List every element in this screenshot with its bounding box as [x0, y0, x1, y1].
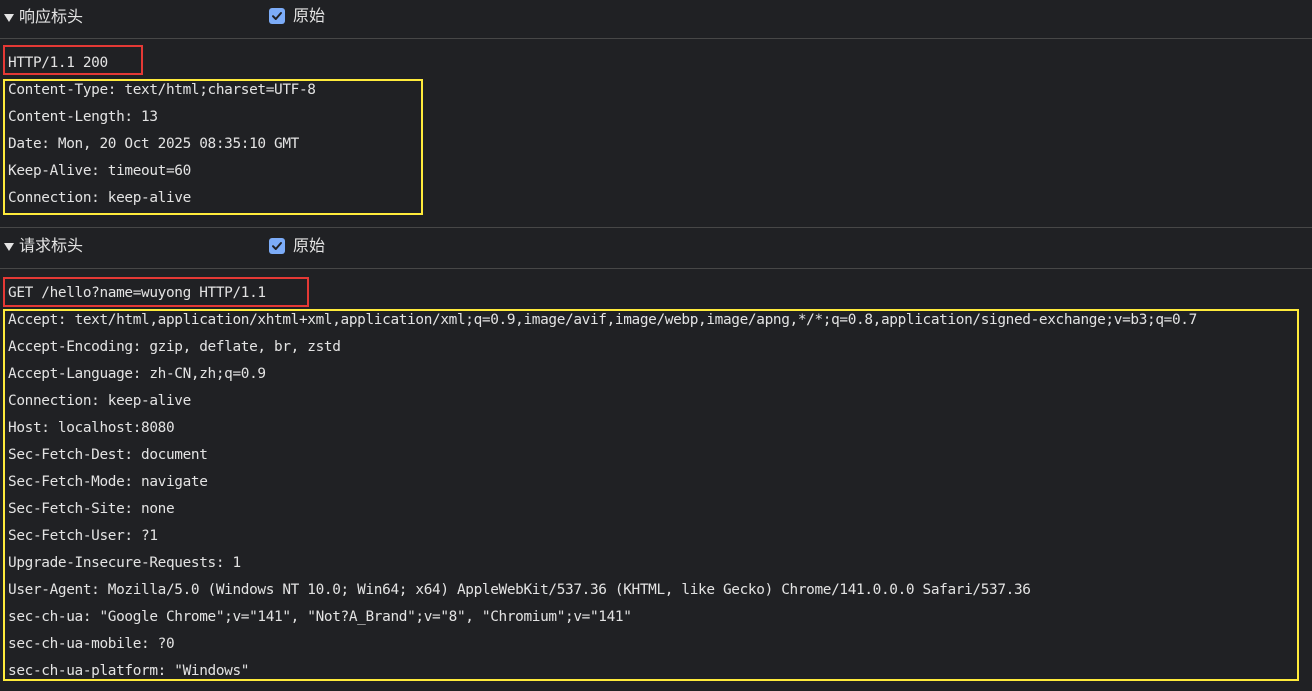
- response-raw-checkbox[interactable]: 原始: [269, 7, 325, 25]
- response-headers-title: 响应标头: [19, 7, 84, 26]
- response-raw-label: 原始: [293, 6, 326, 25]
- triangle-down-icon: [4, 13, 14, 22]
- triangle-down-icon: [4, 242, 14, 251]
- request-headers-highlight: [3, 309, 1299, 681]
- response-headers-highlight: [3, 79, 423, 215]
- request-headers-header: 请求标头 原始: [0, 227, 1312, 269]
- request-line-highlight: [3, 277, 309, 307]
- request-headers-toggle[interactable]: 请求标头: [4, 237, 83, 255]
- response-headers-header: 响应标头 原始: [0, 0, 1312, 39]
- request-raw-checkbox[interactable]: 原始: [269, 237, 325, 255]
- checkmark-icon: [269, 8, 285, 24]
- checkmark-icon: [269, 238, 285, 254]
- response-status-highlight: [3, 45, 143, 75]
- request-raw-label: 原始: [293, 236, 326, 255]
- response-headers-toggle[interactable]: 响应标头: [4, 8, 83, 26]
- http-headers-panel: 响应标头 原始 HTTP/1.1 200 Content-Type: text/…: [0, 0, 1312, 691]
- request-headers-title: 请求标头: [19, 236, 84, 255]
